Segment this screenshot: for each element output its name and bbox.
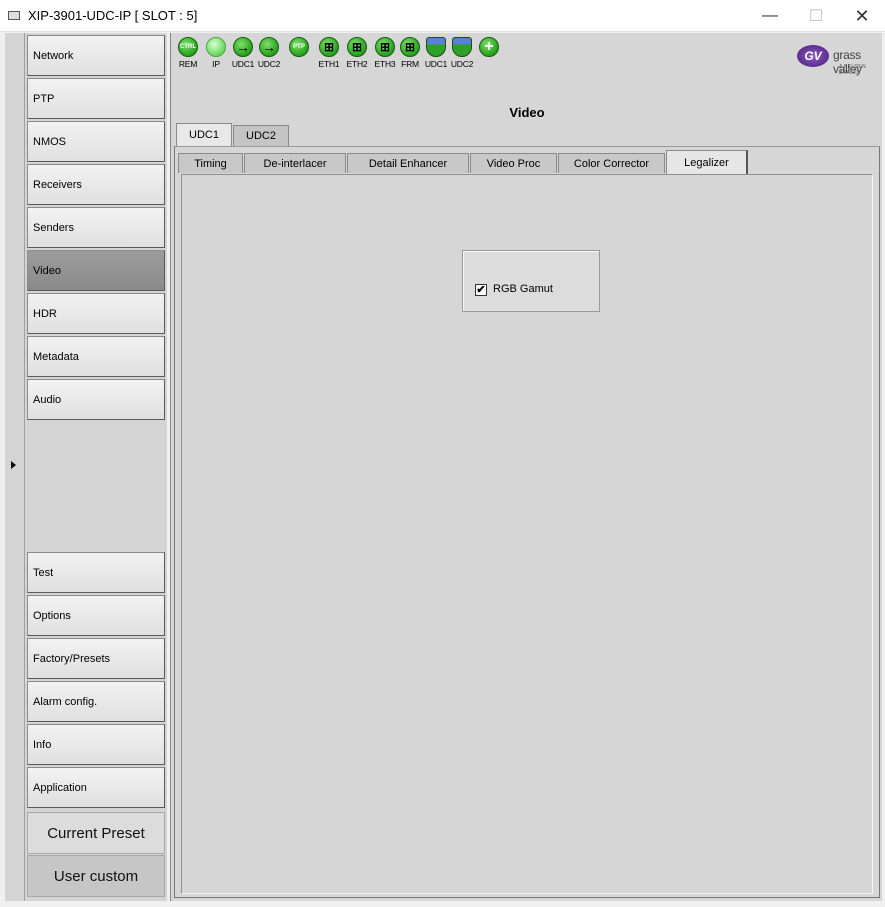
page-title: Video (509, 105, 545, 120)
close-button[interactable]: ✕ (839, 0, 885, 32)
sidebar-item-info[interactable]: Info (27, 724, 165, 765)
subtab-detail-enhancer[interactable]: Detail Enhancer (347, 153, 469, 173)
legalizer-content: ✔ RGB Gamut (181, 174, 873, 894)
status-label: UDC2 (450, 59, 474, 69)
status-bar: CTRL REM IP → UDC1 → UDC2 PTP ⊞ ETH1 ⊞ E… (171, 35, 883, 83)
sidebar-item-test[interactable]: Test (27, 552, 165, 593)
sidebar-item-audio[interactable]: Audio (27, 379, 165, 420)
sidebar-item-video[interactable]: Video (27, 250, 165, 291)
sidebar-item-application[interactable]: Application (27, 767, 165, 808)
sidebar-item-label: Factory/Presets (33, 652, 111, 665)
subtab-color-corrector[interactable]: Color Corrector (558, 153, 665, 173)
eth2-status-icon: ⊞ (347, 37, 367, 57)
status-item-eth1[interactable]: ⊞ ETH1 (314, 37, 344, 69)
sidebar-item-label: Video (33, 264, 61, 277)
status-label: UDC2 (257, 59, 281, 69)
status-label: REM (178, 59, 198, 69)
sidebar-item-label: Audio (33, 393, 62, 406)
sidebar-item-label: Alarm config. (33, 695, 98, 708)
eth3-status-icon: ⊞ (375, 37, 395, 57)
sidebar-item-label: Application (33, 781, 87, 794)
window-title: XIP-3901-UDC-IP [ SLOT : 5] (28, 8, 198, 23)
window-titlebar: XIP-3901-UDC-IP [ SLOT : 5] — ☐ ✕ (0, 0, 885, 32)
sidebar-item-metadata[interactable]: Metadata (27, 336, 165, 377)
status-item-eth2[interactable]: ⊞ ETH2 (342, 37, 372, 69)
udc2-arrow-status-icon: → (259, 37, 279, 57)
sidebar-item-label: Senders (33, 221, 74, 234)
maximize-button[interactable]: ☐ (793, 0, 839, 32)
tab-udc2[interactable]: UDC2 (233, 125, 289, 146)
sidebar-item-ptp[interactable]: PTP (27, 78, 165, 119)
current-preset-label: Current Preset (27, 812, 165, 854)
sidebar-item-options[interactable]: Options (27, 595, 165, 636)
sidebar-item-network[interactable]: Network (27, 35, 165, 76)
sidebar-item-label: PTP (33, 92, 55, 105)
sidebar-item-hdr[interactable]: HDR (27, 293, 165, 334)
sidebar-item-label: Info (33, 738, 52, 751)
status-item-udc2-output[interactable]: UDC2 (447, 37, 477, 69)
ip-status-icon (206, 37, 226, 57)
sidebar-item-label: Metadata (33, 350, 79, 363)
status-label: IP (212, 59, 220, 69)
eth1-status-icon: ⊞ (319, 37, 339, 57)
frm-status-icon: ⊞ (400, 37, 420, 57)
ctrl-status-icon: CTRL (178, 37, 198, 57)
udc1-output-status-icon (426, 37, 446, 57)
app-window-icon (8, 11, 20, 20)
sidebar-item-nmos[interactable]: NMOS (27, 121, 165, 162)
sidebar-item-senders[interactable]: Senders (27, 207, 165, 248)
sidebar-item-label: HDR (33, 307, 57, 320)
ptp-status-icon: PTP (289, 37, 309, 57)
udc1-arrow-status-icon: → (233, 37, 253, 57)
status-label: ETH2 (346, 59, 368, 69)
brand-subtitle: A BELDEN BRAND (839, 64, 866, 76)
sidebar-item-alarm-config[interactable]: Alarm config. (27, 681, 165, 722)
subtab-video-proc[interactable]: Video Proc (470, 153, 557, 173)
sidebar-item-label: Network (33, 49, 74, 62)
status-item-udc2-input[interactable]: → UDC2 (254, 37, 284, 69)
tab-content-frame: Timing De-interlacer Detail Enhancer Vid… (174, 146, 880, 898)
tab-udc1[interactable]: UDC1 (176, 123, 232, 146)
status-item-ptp[interactable]: PTP (284, 37, 314, 59)
grass-valley-logo: GV grass valley A BELDEN BRAND (797, 43, 877, 76)
gv-mark-icon: GV (797, 45, 829, 67)
status-item-ip[interactable]: IP (201, 37, 231, 69)
rgb-gamut-checkbox[interactable]: ✔ (475, 284, 487, 296)
status-label: ETH1 (318, 59, 340, 69)
user-custom-preset: User custom (27, 855, 165, 897)
status-item-rem[interactable]: CTRL REM (173, 37, 203, 69)
udc2-output-status-icon (452, 37, 472, 57)
minimize-button[interactable]: — (747, 0, 793, 32)
collapse-gutter[interactable] (5, 33, 25, 901)
sidebar-item-label: Test (33, 566, 54, 579)
subtab-timing[interactable]: Timing (178, 153, 243, 173)
rgb-gamut-group: ✔ RGB Gamut (462, 250, 600, 312)
status-item-add[interactable]: + (474, 37, 504, 59)
subtab-de-interlacer[interactable]: De-interlacer (244, 153, 346, 173)
rgb-gamut-label[interactable]: RGB Gamut (493, 283, 553, 295)
expand-arrow-icon[interactable] (11, 461, 16, 469)
add-status-icon: + (479, 37, 499, 57)
sidebar-item-factory-presets[interactable]: Factory/Presets (27, 638, 165, 679)
sidebar-item-label: Receivers (33, 178, 82, 191)
subtab-legalizer[interactable]: Legalizer (666, 150, 748, 174)
sidebar-item-label: Options (33, 609, 71, 622)
sidebar: Network PTP NMOS Receivers Senders Video… (25, 33, 167, 901)
sidebar-item-receivers[interactable]: Receivers (27, 164, 165, 205)
main-panel: CTRL REM IP → UDC1 → UDC2 PTP ⊞ ETH1 ⊞ E… (170, 33, 882, 901)
sidebar-item-label: NMOS (33, 135, 66, 148)
